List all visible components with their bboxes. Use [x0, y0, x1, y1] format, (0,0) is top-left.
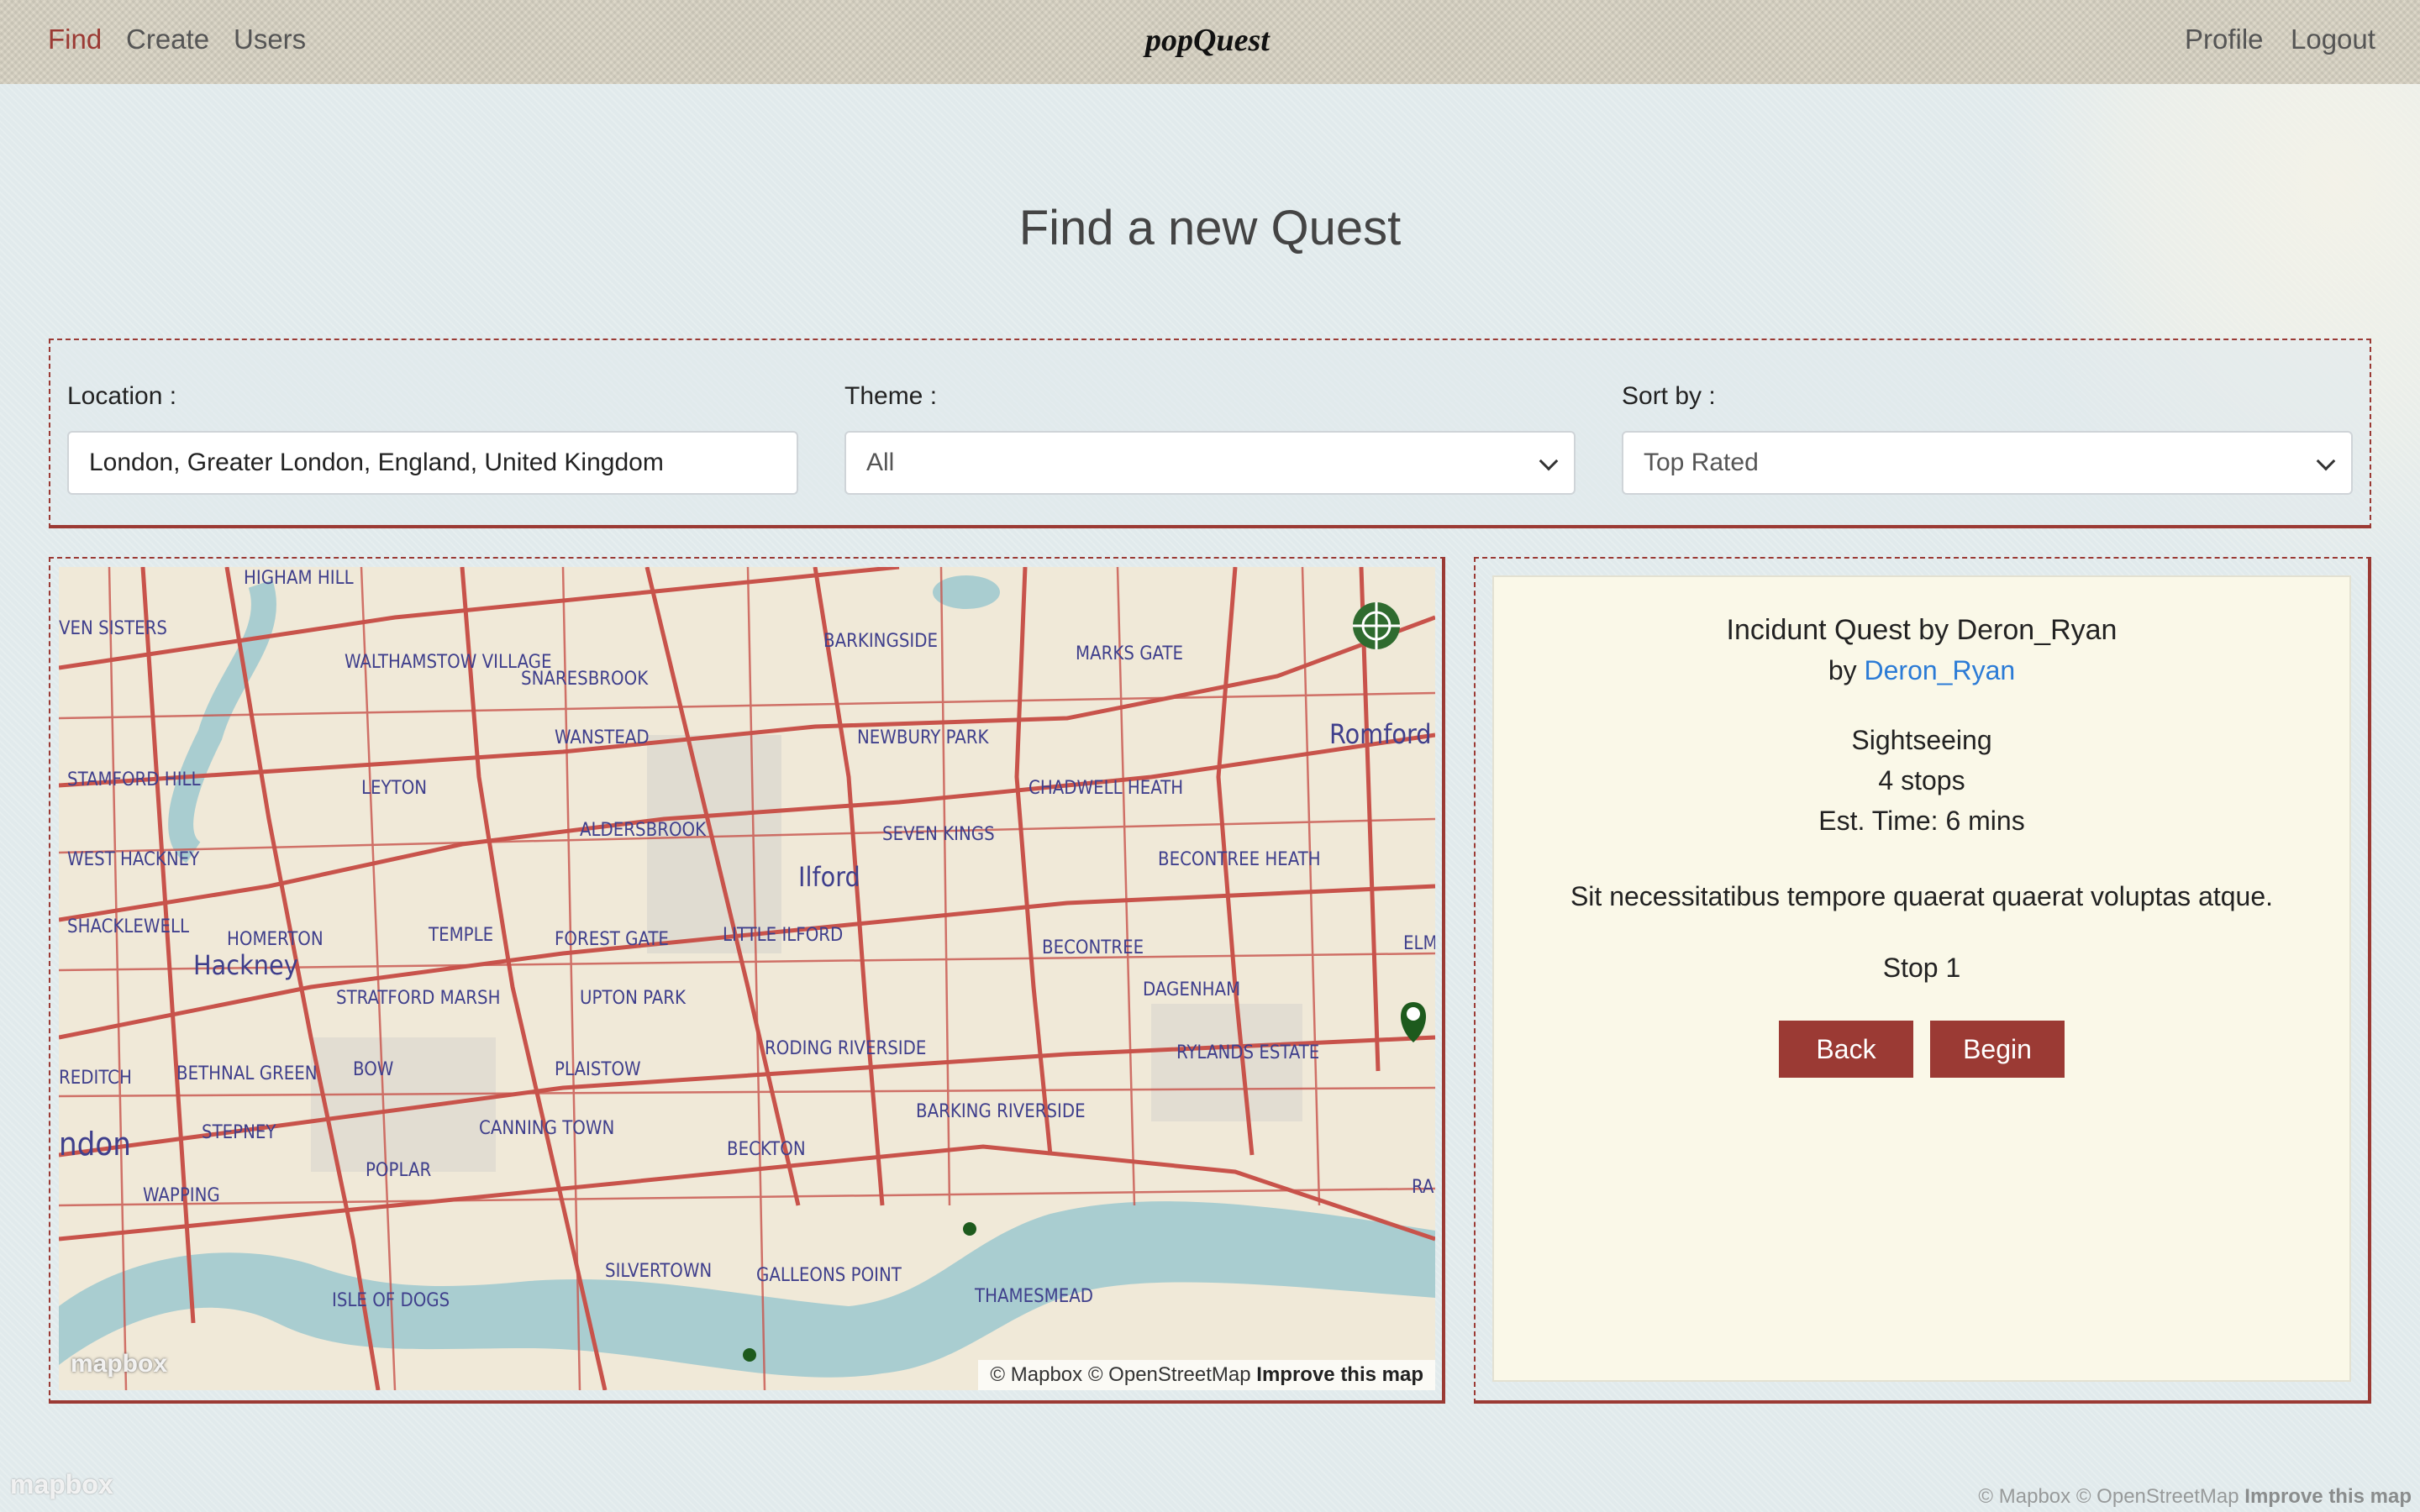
map-place-label: SHACKLEWELL	[67, 916, 189, 937]
map-place-label: LITTLE ILFORD	[723, 925, 843, 946]
sort-label: Sort by :	[1622, 382, 1716, 410]
map-place-label: BARKING RIVERSIDE	[916, 1101, 1086, 1122]
stop-marker-icon[interactable]	[963, 1222, 976, 1236]
map-place-label: PLAISTOW	[555, 1059, 641, 1080]
map-place-label: STEPNEY	[202, 1122, 276, 1143]
map-place-label: BECONTREE HEATH	[1158, 849, 1321, 870]
quest-stop-label: Stop 1	[1882, 953, 1961, 983]
map-place-label: BECONTREE	[1042, 937, 1144, 958]
quest-time: Est. Time: 6 mins	[1818, 806, 2025, 836]
lake	[933, 575, 1000, 609]
map-canvas[interactable]: HIGHAM HILLWALTHAMSTOW VILLAGESNARESBROO…	[59, 567, 1435, 1390]
map-place-label: CHADWELL HEATH	[1028, 778, 1183, 799]
map-place-label: WAPPING	[143, 1185, 220, 1206]
quest-panel: Incidunt Quest by Deron_Ryan by Deron_Ry…	[1474, 557, 2371, 1404]
map-labels: HIGHAM HILLWALTHAMSTOW VILLAGESNARESBROO…	[59, 568, 1435, 1311]
theme-label: Theme :	[844, 382, 938, 410]
map-place-label: REDITCH	[59, 1068, 132, 1089]
map-place-label: STRATFORD MARSH	[336, 988, 501, 1009]
map-place-label: ISLE OF DOGS	[332, 1290, 450, 1311]
back-button[interactable]: Back	[1779, 1021, 1913, 1078]
map-panel: HIGHAM HILL WALTHAMSTOW VILLAGE SNARESBROO…	[49, 557, 1445, 1404]
chevron-down-icon	[1539, 451, 1559, 471]
map-place-label: SILVERTOWN	[605, 1261, 712, 1282]
location-input[interactable]: London, Greater London, England, United …	[67, 431, 798, 495]
map-place-label: RODING RIVERSIDE	[765, 1038, 926, 1059]
map-place-label: HIGHAM HILL	[244, 568, 354, 589]
quest-author-line: by Deron_Ryan	[1494, 655, 2349, 686]
quest-actions: Back Begin	[1494, 1021, 2349, 1078]
quest-theme: Sightseeing	[1851, 725, 1992, 755]
quest-author-link[interactable]: Deron_Ryan	[1865, 655, 2016, 685]
location-label: Location :	[67, 382, 177, 410]
map-place-label: NEWBURY PARK	[857, 727, 989, 748]
map-place-label: BECKTON	[727, 1139, 806, 1160]
map-place-label: POPLAR	[366, 1160, 432, 1181]
map-place-label: CANNING TOWN	[479, 1118, 614, 1139]
map-place-label: THAMESMEAD	[974, 1286, 1093, 1307]
map-place-label: STAMFORD HILL	[67, 769, 201, 790]
map-place-label: Hackney	[193, 949, 298, 981]
nav-logout[interactable]: Logout	[2291, 24, 2375, 55]
map-place-label: TEMPLE	[428, 925, 493, 946]
map-place-label: DAGENHAM	[1143, 979, 1240, 1000]
map-attribution: © Mapbox © OpenStreetMap Improve this ma…	[978, 1360, 1435, 1390]
location-filter: Location : London, Greater London, Engla…	[67, 382, 798, 495]
page-attribution-text[interactable]: © Mapbox © OpenStreetMap	[1978, 1485, 2238, 1508]
navbar: Find Create Users popQuest Profile Logou…	[0, 0, 2420, 84]
mapbox-logo[interactable]: mapbox	[71, 1350, 167, 1378]
quest-title: Incidunt Quest by Deron_Ryan	[1726, 614, 2118, 646]
quest-card: Incidunt Quest by Deron_Ryan by Deron_Ry…	[1492, 575, 2351, 1382]
map-place-label: UPTON PARK	[580, 988, 687, 1009]
nav-profile[interactable]: Profile	[2185, 24, 2264, 55]
quest-by-prefix: by	[1828, 655, 1857, 685]
map-place-label: BARKINGSIDE	[823, 631, 938, 652]
park-area	[311, 1037, 496, 1172]
map-place-label: MARKS GATE	[1076, 643, 1183, 664]
location-target-icon[interactable]	[1353, 602, 1400, 649]
nav-find[interactable]: Find	[48, 24, 102, 55]
map-place-label: BOW	[353, 1059, 393, 1080]
map-place-label: RAI	[1412, 1177, 1435, 1198]
map-place-label: ALDERSBROOK	[580, 820, 707, 841]
mapbox-logo[interactable]: mapbox	[10, 1469, 113, 1500]
map-place-label: SEVEN KINGS	[882, 824, 995, 845]
improve-map-link[interactable]: Improve this map	[1256, 1363, 1423, 1386]
map-place-label: Ilford	[798, 861, 860, 893]
nav-create[interactable]: Create	[126, 24, 209, 55]
map-attribution-text[interactable]: © Mapbox © OpenStreetMap	[990, 1363, 1250, 1386]
theme-filter: Theme : All	[844, 382, 1576, 495]
filter-panel: Location : London, Greater London, Engla…	[49, 339, 2371, 528]
map-place-label: WEST HACKNEY	[67, 849, 200, 870]
sort-filter: Sort by : Top Rated	[1622, 382, 2353, 495]
page-attribution: © Mapbox © OpenStreetMap Improve this ma…	[1978, 1485, 2412, 1509]
stop-marker-icon[interactable]	[743, 1348, 756, 1362]
page-title: Find a new Quest	[1018, 201, 1402, 255]
quest-description: Sit necessitatibus tempore quaerat quaer…	[1570, 881, 2274, 911]
map-place-label: ELM	[1403, 933, 1435, 954]
map-place-label: FOREST GATE	[555, 929, 669, 950]
sort-select[interactable]: Top Rated	[1622, 431, 2353, 495]
map-place-label: WANSTEAD	[555, 727, 650, 748]
page-improve-map-link[interactable]: Improve this map	[2244, 1485, 2412, 1508]
map-place-label: GALLEONS POINT	[756, 1265, 902, 1286]
map-place-label: VEN SISTERS	[59, 618, 167, 639]
quest-meta: Sightseeing 4 stops Est. Time: 6 mins	[1494, 720, 2349, 841]
map-place-label: BETHNAL GREEN	[176, 1063, 318, 1084]
nav-users[interactable]: Users	[234, 24, 306, 55]
map-place-label: HOMERTON	[227, 929, 324, 950]
quest-stops: 4 stops	[1878, 765, 1965, 795]
theme-select-value: All	[866, 449, 895, 476]
sort-select-value: Top Rated	[1644, 449, 1759, 476]
begin-button[interactable]: Begin	[1930, 1021, 2065, 1078]
map-place-label: LEYTON	[361, 778, 427, 799]
theme-select[interactable]: All	[844, 431, 1576, 495]
brand-logo[interactable]: popQuest	[1145, 22, 1270, 59]
quest-map[interactable]: HIGHAM HILL WALTHAMSTOW VILLAGE SNARESBROO…	[59, 567, 1435, 1390]
map-place-label: ndon	[59, 1126, 131, 1163]
chevron-down-icon	[2316, 451, 2336, 471]
map-place-label: Romford	[1329, 718, 1432, 750]
map-place-label: RYLANDS ESTATE	[1176, 1042, 1319, 1063]
map-place-label: SNARESBROOK	[521, 669, 649, 690]
